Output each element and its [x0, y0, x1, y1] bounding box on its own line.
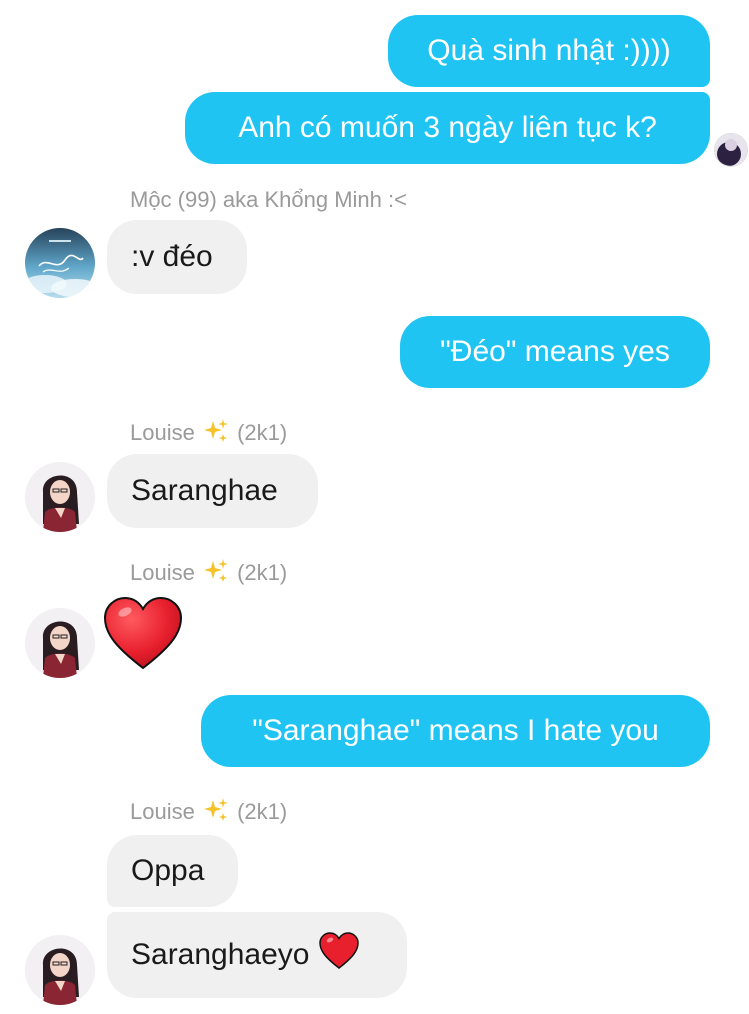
sparkles-icon	[203, 418, 229, 450]
incoming-message[interactable]: Oppa	[107, 835, 238, 907]
sender-name: Louise (2k1)	[130, 558, 287, 590]
message-text: Oppa	[131, 854, 205, 887]
message-text: Quà sinh nhật :))))	[427, 34, 671, 67]
sender-name: Louise (2k1)	[130, 418, 287, 450]
sender-name: Mộc (99) aka Khổng Minh :<	[130, 187, 407, 212]
contact-avatar[interactable]	[25, 608, 95, 678]
message-text: Saranghae	[131, 474, 278, 507]
outgoing-message[interactable]: Anh có muốn 3 ngày liên tục k?	[185, 92, 710, 164]
message-text: "Saranghae" means I hate you	[252, 714, 659, 747]
message-text: :v đéo	[131, 240, 213, 273]
incoming-message[interactable]: Saranghae	[107, 454, 318, 528]
outgoing-message[interactable]: "Saranghae" means I hate you	[201, 695, 710, 767]
read-receipt-avatar	[714, 133, 748, 167]
sender-name: Louise (2k1)	[130, 797, 287, 829]
contact-avatar[interactable]	[25, 228, 95, 298]
sparkles-icon	[203, 558, 229, 590]
incoming-message[interactable]: :v đéo	[107, 220, 247, 294]
outgoing-message[interactable]: "Đéo" means yes	[400, 316, 710, 388]
sparkles-icon	[203, 797, 229, 829]
heart-icon[interactable]	[103, 596, 183, 672]
contact-avatar[interactable]	[25, 462, 95, 532]
outgoing-message[interactable]: Quà sinh nhật :))))	[388, 15, 710, 87]
message-text: Anh có muốn 3 ngày liên tục k?	[238, 111, 657, 144]
heart-icon	[319, 931, 360, 979]
incoming-message[interactable]: Saranghaeyo	[107, 912, 407, 998]
message-text: Saranghaeyo	[131, 938, 310, 971]
message-text: "Đéo" means yes	[440, 335, 670, 368]
contact-avatar[interactable]	[25, 935, 95, 1005]
